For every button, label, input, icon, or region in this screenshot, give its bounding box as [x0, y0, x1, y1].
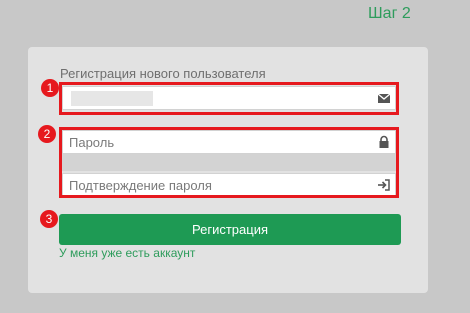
register-button[interactable]: Регистрация [59, 214, 401, 245]
annotation-badge-1: 1 [41, 79, 59, 97]
annotation-badge-2: 2 [38, 125, 56, 143]
form-title: Регистрация нового пользователя [60, 66, 266, 81]
annotation-box-2 [59, 127, 399, 198]
annotation-badge-3: 3 [40, 210, 58, 228]
login-link[interactable]: У меня уже есть аккаунт [59, 246, 195, 260]
annotation-box-1 [59, 82, 399, 115]
step-label: Шаг 2 [368, 5, 411, 22]
